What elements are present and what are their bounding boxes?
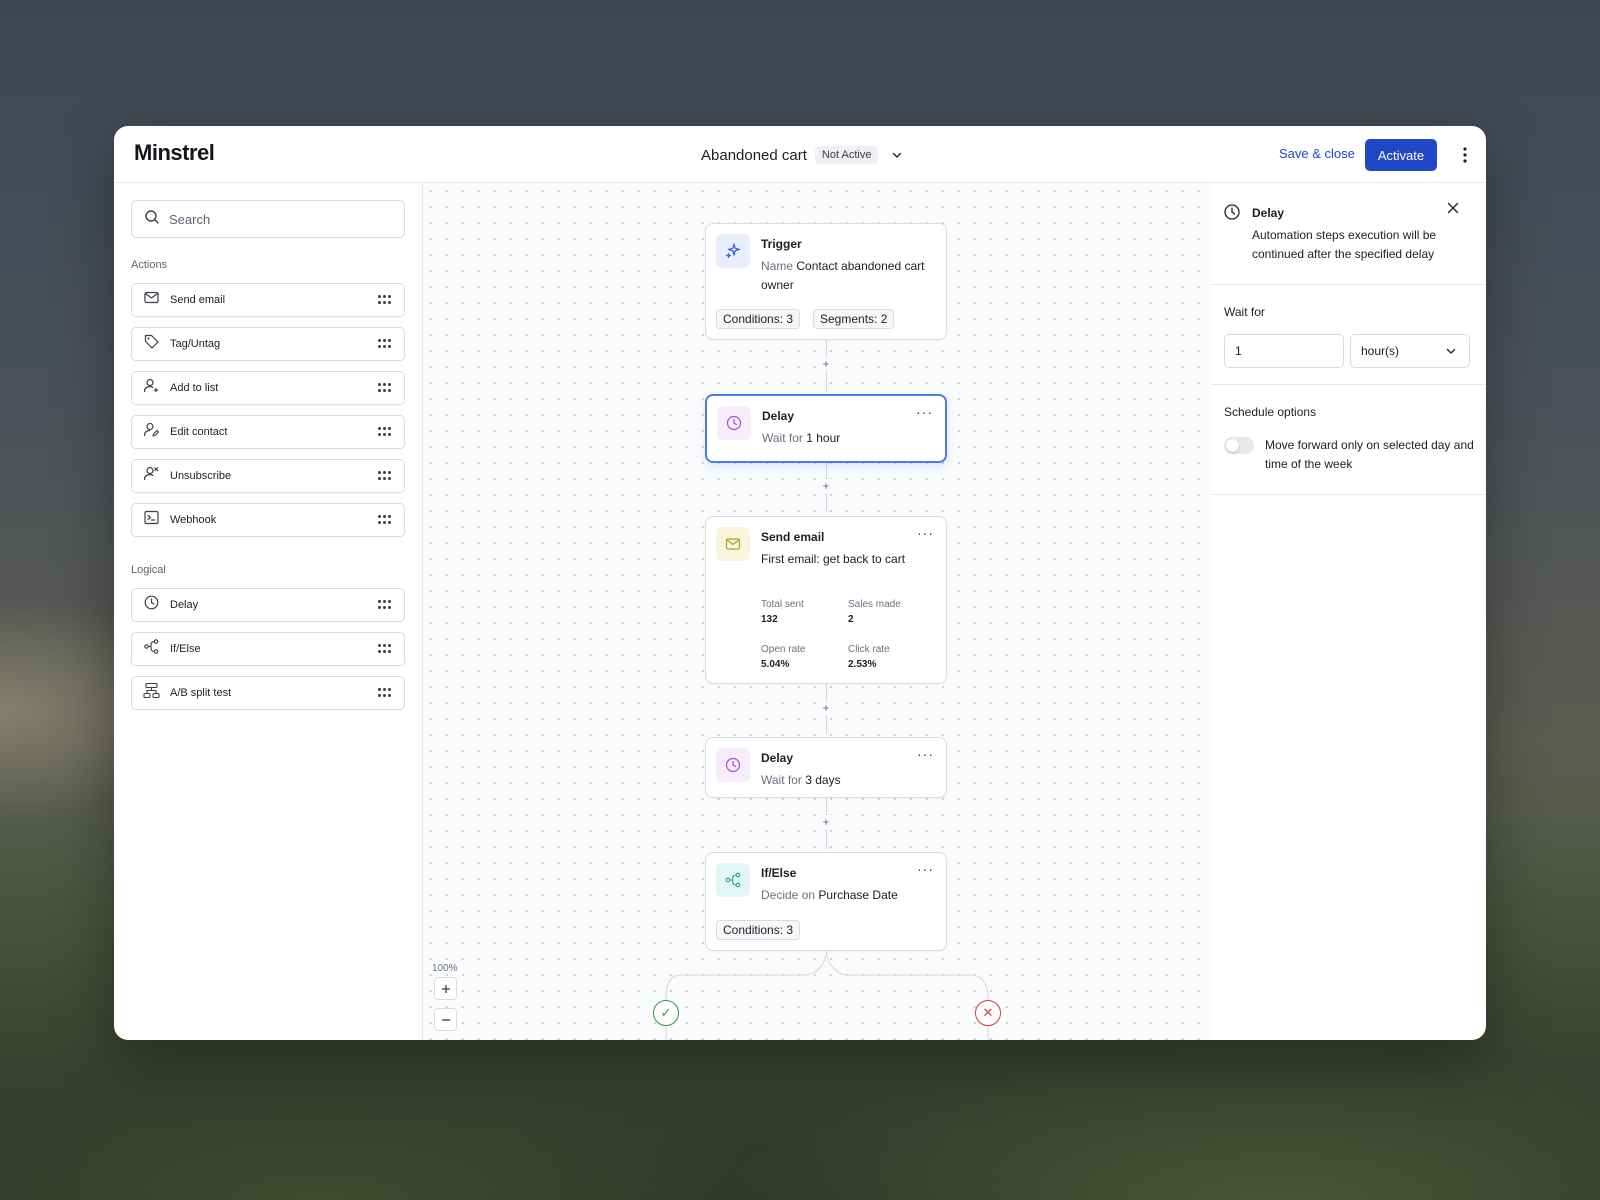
terminal-icon — [143, 509, 160, 531]
wait-for-label: Wait for — [1224, 305, 1265, 319]
drag-handle-icon[interactable] — [378, 688, 392, 698]
sidebar-item-label: Add to list — [170, 382, 219, 394]
activate-button[interactable]: Activate — [1365, 139, 1437, 171]
close-icon[interactable] — [1444, 199, 1462, 217]
wait-unit-value: hour(s) — [1361, 344, 1400, 358]
logo: Minstrel — [134, 140, 215, 165]
wait-unit-select[interactable]: hour(s) — [1350, 334, 1470, 368]
sidebar-item-label: Edit contact — [170, 426, 228, 438]
drag-handle-icon[interactable] — [378, 383, 392, 393]
schedule-label: Schedule options — [1224, 405, 1317, 419]
user-edit-icon — [143, 421, 160, 443]
sidebar: Actions Send email Tag/Untag Add to list… — [114, 183, 423, 1040]
flow-title[interactable]: Abandoned cart — [701, 147, 807, 164]
sidebar-item-label: If/Else — [170, 643, 201, 655]
schedule-toggle[interactable] — [1224, 437, 1254, 454]
clock-icon — [143, 594, 160, 616]
user-plus-icon — [143, 377, 160, 399]
drag-handle-icon[interactable] — [378, 644, 392, 654]
branch-lines — [665, 950, 989, 1040]
sidebar-item-if-else[interactable]: If/Else — [131, 632, 405, 666]
sidebar-item-label: Tag/Untag — [170, 338, 221, 350]
wait-value-field[interactable] — [1224, 334, 1344, 368]
branch-no-icon[interactable]: ✕ — [975, 1000, 1001, 1026]
sidebar-item-ab-split-test[interactable]: A/B split test — [131, 676, 405, 710]
split-icon — [143, 682, 160, 704]
plus-icon — [441, 984, 450, 993]
search-box[interactable] — [131, 200, 405, 238]
wait-value-input[interactable] — [1235, 344, 1343, 358]
tag-icon — [143, 333, 160, 355]
workflow-canvas[interactable]: + + + + Trigger Name Contact abandoned c… — [423, 183, 1211, 1040]
sidebar-item-label: Delay — [170, 599, 199, 611]
clock-icon — [1223, 203, 1241, 226]
drag-handle-icon[interactable] — [378, 471, 392, 481]
sidebar-item-label: Webhook — [170, 514, 217, 526]
header: Minstrel Abandoned cart Not Active Save … — [114, 126, 1486, 183]
sidebar-item-label: A/B split test — [170, 687, 232, 699]
schedule-section: Schedule options Move forward only on se… — [1211, 385, 1486, 495]
drag-handle-icon[interactable] — [378, 515, 392, 525]
sidebar-item-tag-untag[interactable]: Tag/Untag — [131, 327, 405, 361]
actions-section-label: Actions — [131, 259, 168, 271]
minus-icon — [441, 1018, 450, 1021]
more-vertical-icon[interactable] — [1454, 142, 1476, 168]
panel-title: Delay — [1252, 206, 1285, 220]
sidebar-item-delay[interactable]: Delay — [131, 588, 405, 622]
branch-icon — [143, 638, 160, 660]
sidebar-item-label: Unsubscribe — [170, 470, 232, 482]
drag-handle-icon[interactable] — [378, 600, 392, 610]
drag-handle-icon[interactable] — [378, 295, 392, 305]
properties-panel: Delay Automation steps execution will be… — [1211, 183, 1486, 1040]
app-window: Minstrel Abandoned cart Not Active Save … — [114, 126, 1486, 1040]
search-input[interactable] — [169, 211, 379, 227]
chevron-down-icon — [1446, 348, 1456, 354]
panel-description: Automation steps execution will be conti… — [1252, 228, 1437, 261]
schedule-toggle-label: Move forward only on selected day and ti… — [1265, 438, 1474, 471]
logical-section-label: Logical — [131, 564, 166, 576]
search-icon — [144, 209, 160, 230]
drag-handle-icon[interactable] — [378, 339, 392, 349]
panel-header: Delay Automation steps execution will be… — [1211, 183, 1486, 285]
status-badge: Not Active — [814, 146, 879, 164]
zoom-out-button[interactable] — [434, 1008, 457, 1031]
sidebar-item-edit-contact[interactable]: Edit contact — [131, 415, 405, 449]
drag-handle-icon[interactable] — [378, 427, 392, 437]
zoom-in-button[interactable] — [434, 977, 457, 1000]
mail-icon — [143, 289, 160, 311]
user-x-icon — [143, 465, 160, 487]
sidebar-item-add-to-list[interactable]: Add to list — [131, 371, 405, 405]
chevron-down-icon[interactable] — [886, 144, 908, 166]
sidebar-item-unsubscribe[interactable]: Unsubscribe — [131, 459, 405, 493]
sidebar-item-webhook[interactable]: Webhook — [131, 503, 405, 537]
save-close-button[interactable]: Save & close — [1273, 142, 1361, 165]
sidebar-item-label: Send email — [170, 294, 226, 306]
zoom-level: 100% — [432, 963, 458, 974]
sidebar-item-send-email[interactable]: Send email — [131, 283, 405, 317]
branch-yes-icon[interactable]: ✓ — [653, 1000, 679, 1026]
wait-for-section: Wait for hour(s) — [1211, 285, 1486, 385]
flow-title-group: Abandoned cart Not Active — [701, 144, 908, 166]
